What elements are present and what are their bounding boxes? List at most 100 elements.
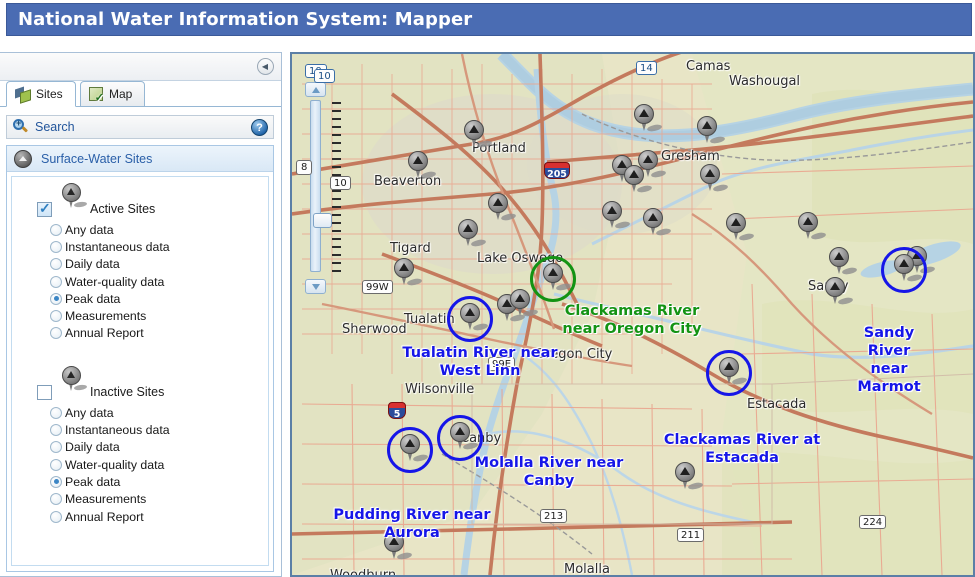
inactive-sites-checkbox[interactable]: [37, 385, 52, 401]
radio-icon[interactable]: [50, 441, 62, 454]
inactive-option-peak-data[interactable]: Peak data: [12, 473, 268, 490]
active-option-measurements[interactable]: Measurements: [12, 307, 268, 324]
map-site-marker[interactable]: [891, 254, 923, 288]
map-site-marker[interactable]: [485, 193, 517, 227]
map-site-marker[interactable]: [723, 213, 755, 247]
inactive-option-measurements[interactable]: Measurements: [12, 491, 268, 508]
inactive-option-annual-report[interactable]: Annual Report: [12, 508, 268, 525]
active-option-daily-data[interactable]: Daily data: [12, 256, 268, 273]
map-zoom-control[interactable]: 10 8: [296, 64, 341, 299]
map-site-marker[interactable]: [826, 247, 858, 281]
zoom-slider-track[interactable]: [310, 100, 332, 272]
inactive-option-water-quality-data[interactable]: Water-quality data: [12, 456, 268, 473]
app-title-bar: National Water Information System: Mappe…: [6, 3, 972, 36]
option-label: Water-quality data: [65, 274, 165, 289]
zoom-tick: [332, 158, 341, 160]
map-site-marker[interactable]: [381, 532, 413, 566]
section-header[interactable]: Surface-Water Sites: [7, 146, 273, 172]
zoom-level-badge: 8: [296, 160, 313, 175]
radio-icon[interactable]: [50, 327, 62, 340]
map-site-marker[interactable]: [795, 212, 827, 246]
map-site-marker[interactable]: [697, 164, 729, 198]
app-title: National Water Information System: Mappe…: [18, 9, 473, 30]
radio-icon[interactable]: [50, 458, 62, 471]
map-site-marker[interactable]: [716, 357, 748, 391]
tab-map-label: Map: [109, 87, 133, 101]
map-site-marker[interactable]: [455, 219, 487, 253]
active-option-any-data[interactable]: Any data: [12, 221, 268, 238]
highway-shield-99E: 99E: [488, 357, 516, 371]
option-label: Annual Report: [65, 509, 144, 524]
map-site-marker[interactable]: [391, 258, 423, 292]
option-label: Any data: [65, 405, 114, 420]
search-icon: [13, 118, 29, 135]
highway-shield-10: 10: [314, 69, 335, 83]
highway-shield-10: 10: [330, 176, 351, 190]
tab-sites[interactable]: Sites: [6, 81, 76, 107]
tab-map[interactable]: Map: [80, 81, 146, 107]
chevron-up-icon: [311, 86, 320, 93]
map-site-marker[interactable]: [397, 434, 429, 468]
zoom-tick: [332, 118, 341, 120]
active-option-instantaneous-data[interactable]: Instantaneous data: [12, 238, 268, 255]
map-site-marker[interactable]: [457, 303, 489, 337]
zoom-tick: [332, 150, 341, 152]
map-site-marker[interactable]: [822, 277, 854, 311]
zoom-in-button[interactable]: [305, 82, 326, 97]
zoom-tick: [332, 126, 341, 128]
option-label: Peak data: [65, 291, 121, 306]
section-body: Active Sites Any data Instantaneous data…: [11, 176, 269, 566]
radio-icon[interactable]: [50, 510, 62, 523]
map-site-marker[interactable]: [599, 201, 631, 235]
radio-icon[interactable]: [50, 406, 62, 419]
radio-icon[interactable]: [50, 223, 62, 236]
radio-icon[interactable]: [50, 258, 62, 271]
map-site-marker[interactable]: [405, 151, 437, 185]
active-option-water-quality-data[interactable]: Water-quality data: [12, 273, 268, 290]
radio-icon[interactable]: [50, 310, 62, 323]
map-site-marker[interactable]: [507, 289, 539, 323]
highway-shield-5: 5: [388, 402, 406, 420]
map-icon: [89, 87, 104, 104]
map-site-marker[interactable]: [635, 150, 667, 184]
zoom-tick: [332, 110, 341, 112]
zoom-tick: [332, 222, 341, 224]
radio-icon[interactable]: [50, 424, 62, 437]
radio-icon[interactable]: [50, 493, 62, 506]
collapse-panel-button[interactable]: ◀: [257, 58, 274, 75]
inactive-option-instantaneous-data[interactable]: Instantaneous data: [12, 421, 268, 438]
active-option-peak-data[interactable]: Peak data: [12, 290, 268, 307]
radio-icon-selected[interactable]: [50, 475, 62, 488]
help-icon[interactable]: ?: [251, 119, 268, 136]
inactive-option-daily-data[interactable]: Daily data: [12, 439, 268, 456]
search-bar[interactable]: Search ?: [6, 115, 274, 139]
map-site-marker[interactable]: [694, 116, 726, 150]
map-site-marker[interactable]: [447, 422, 479, 456]
zoom-slider-thumb[interactable]: [313, 213, 332, 228]
option-label: Peak data: [65, 474, 121, 489]
sites-icon: [15, 87, 30, 101]
map-site-marker[interactable]: [672, 462, 704, 496]
radio-icon[interactable]: [50, 275, 62, 288]
active-sites-checkbox[interactable]: [37, 200, 52, 217]
inactive-option-any-data[interactable]: Any data: [12, 404, 268, 421]
tab-sites-label: Sites: [36, 87, 63, 101]
map-site-marker[interactable]: [540, 263, 572, 297]
group-inactive-sites-header: Inactive Sites: [12, 366, 268, 404]
highway-shield-14: 14: [636, 61, 657, 75]
group-active-sites: Active Sites Any data Instantaneous data…: [12, 183, 268, 342]
zoom-tick: [332, 238, 341, 240]
radio-icon[interactable]: [50, 240, 62, 253]
active-option-annual-report[interactable]: Annual Report: [12, 325, 268, 342]
map-site-marker[interactable]: [631, 104, 663, 138]
chevron-down-icon: [311, 283, 320, 290]
collapse-section-icon[interactable]: [14, 149, 32, 168]
left-panel: ◀ Sites Map Search ? Surface-Water Sites: [0, 52, 282, 577]
map-site-marker[interactable]: [461, 120, 493, 154]
zoom-out-button[interactable]: [305, 279, 326, 294]
radio-icon-selected[interactable]: [50, 292, 62, 305]
zoom-tick: [332, 190, 341, 192]
option-label: Daily data: [65, 440, 120, 455]
map-viewport[interactable]: 10 8 14205101099W99E5213211224PortlandBe…: [290, 52, 975, 577]
map-site-marker[interactable]: [640, 208, 672, 242]
